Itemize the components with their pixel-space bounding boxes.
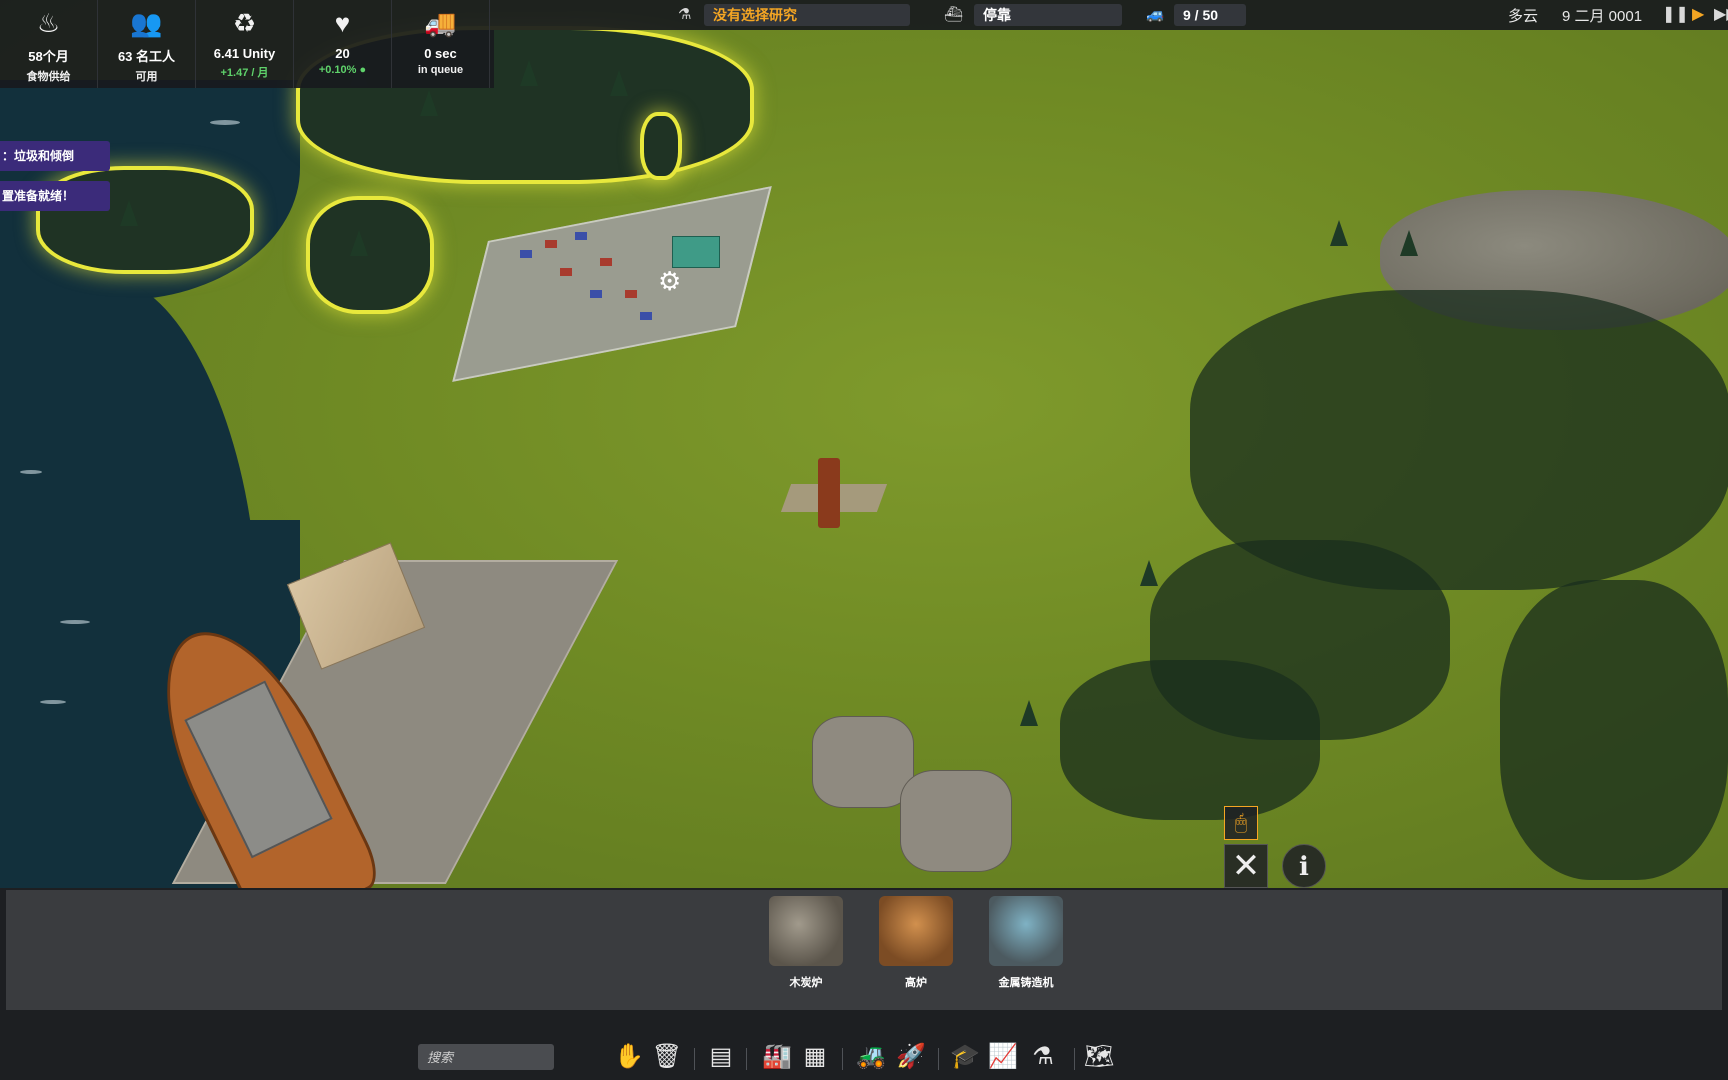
shore-foam	[20, 470, 42, 474]
tree	[1140, 560, 1158, 586]
stat-sub: in queue	[417, 64, 464, 76]
forest[interactable]	[1500, 580, 1728, 880]
fast-forward-icon[interactable]: ▶▶	[1714, 4, 1728, 26]
notification-garbage-dump[interactable]: ：垃圾和倾倒	[0, 141, 110, 171]
housing-building[interactable]	[812, 716, 914, 808]
hand-tool-icon[interactable]: ✋	[612, 1040, 646, 1074]
resource-stats-panel: ♨ 58个月 食物供给 👥 63 名工人 可用 ♻ 6.41 Unity +1.…	[0, 0, 494, 88]
build-menu-panel: 木炭炉 高炉 金属铸造机	[6, 890, 1722, 1010]
metal-caster-icon	[989, 896, 1063, 966]
education-icon[interactable]: 🎓	[948, 1040, 982, 1074]
bottom-toolbar: ✋ 🗑 ▤ 🏭 ▦ 🚜 🚀 🎓 📈 ⚗ 🗺	[0, 1010, 1728, 1080]
crate	[575, 232, 587, 240]
health-heart-icon: ♥	[334, 8, 351, 38]
truck-queue-icon: 🚚	[424, 8, 457, 38]
recycle-bin-icon[interactable]: 🗑	[650, 1040, 684, 1074]
unity-icon: ♻	[232, 8, 257, 38]
play-icon[interactable]: ▶	[1692, 4, 1704, 26]
top-status-bar: ⚗ 没有选择研究 ⛴ 停靠 🚙 9 / 50 多云 9 二月 0001 ❚❚ ▶…	[494, 0, 1728, 30]
stat-sub: 食物供给	[26, 71, 71, 83]
gear-icon: ⚙	[658, 266, 682, 296]
toolbar-divider	[842, 1048, 843, 1070]
vehicle-icon: 🚙	[1146, 6, 1165, 23]
toolbar-divider	[938, 1048, 939, 1070]
stat-unity[interactable]: ♻ 6.41 Unity +1.47 / 月	[196, 0, 294, 88]
stat-truck-queue[interactable]: 🚚 0 sec in queue	[392, 0, 490, 88]
stat-value: 6.41 Unity	[213, 46, 276, 61]
shore-foam	[40, 700, 66, 704]
weather-label: 多云	[1508, 8, 1539, 25]
person-icon: ●	[359, 64, 367, 76]
stat-value: 58个月	[28, 49, 69, 64]
housing-building[interactable]	[900, 770, 1012, 872]
stat-workers[interactable]: 👥 63 名工人 可用	[98, 0, 196, 88]
stat-value: 20	[335, 46, 350, 61]
shore-foam	[60, 620, 90, 624]
storage-yard[interactable]	[452, 186, 772, 382]
build-item-blast-furnace[interactable]: 高炉	[868, 896, 964, 1006]
stat-sub: 可用	[135, 71, 158, 83]
food-bowl-icon: ♨	[36, 8, 61, 38]
game-world-map[interactable]: ⚙	[0, 0, 1728, 888]
conveyor-icon[interactable]: ▤	[704, 1040, 738, 1074]
game-date: 9 二月 0001	[1562, 8, 1643, 25]
stat-value: 0 sec	[424, 46, 457, 61]
tree	[1020, 700, 1038, 726]
demolish-cross-icon[interactable]: ✕	[1224, 844, 1268, 888]
build-item-label: 金属铸造机	[998, 977, 1054, 989]
crate	[590, 290, 602, 298]
stat-health[interactable]: ♥ 20 +0.10% ●	[294, 0, 392, 88]
selected-forest[interactable]	[310, 200, 430, 310]
crate	[600, 258, 612, 266]
build-item-label: 木炭炉	[789, 977, 823, 989]
stat-food[interactable]: ♨ 58个月 食物供给	[0, 0, 98, 88]
pause-icon[interactable]: ❚❚	[1662, 4, 1689, 26]
stat-value: 63 名工人	[117, 49, 176, 64]
tree	[610, 70, 628, 96]
info-icon[interactable]: ℹ	[1282, 844, 1326, 888]
tree	[420, 90, 438, 116]
build-item-label: 高炉	[905, 977, 927, 989]
stats-chart-icon[interactable]: 📈	[986, 1040, 1020, 1074]
stat-sub: +1.47 / 月	[220, 67, 269, 79]
mine-tower	[818, 458, 840, 528]
research-flask-icon[interactable]: ⚗	[1026, 1040, 1060, 1074]
factory-icon[interactable]: 🏭	[760, 1040, 794, 1074]
crate	[560, 268, 572, 276]
workers-icon: 👥	[130, 8, 163, 38]
stat-sub: +0.10% ●	[318, 64, 367, 76]
toolbar-divider	[694, 1048, 695, 1070]
notification-ready[interactable]: 置准备就绪！	[0, 181, 110, 211]
storage-icon[interactable]: ▦	[798, 1040, 832, 1074]
crate	[640, 312, 652, 320]
toolbar-divider	[746, 1048, 747, 1070]
build-item-metal-caster[interactable]: 金属铸造机	[978, 896, 1074, 1006]
build-item-charcoal-kiln[interactable]: 木炭炉	[758, 896, 854, 1006]
tree	[350, 230, 368, 256]
research-selector[interactable]: 没有选择研究	[704, 4, 910, 26]
search-input[interactable]	[418, 1044, 554, 1070]
charcoal-kiln-icon	[769, 896, 843, 966]
tree	[1400, 230, 1418, 256]
selected-forest[interactable]	[644, 116, 678, 176]
toolbar-divider	[1074, 1048, 1075, 1070]
ship-icon: ⛴	[944, 6, 964, 23]
shore-foam	[210, 120, 240, 125]
forest[interactable]	[1060, 660, 1320, 820]
tree	[520, 60, 538, 86]
tree	[1330, 220, 1348, 246]
greenhouse-building[interactable]	[672, 236, 720, 268]
ship-status[interactable]: 停靠	[974, 4, 1122, 26]
vehicle-count[interactable]: 9 / 50	[1174, 4, 1246, 26]
mouse-icon[interactable]: 🖱	[1224, 806, 1258, 840]
crate	[520, 250, 532, 258]
flask-icon: ⚗	[678, 6, 692, 23]
vehicles-icon[interactable]: 🚜	[854, 1040, 888, 1074]
blast-furnace-icon	[879, 896, 953, 966]
rocket-icon[interactable]: 🚀	[894, 1040, 928, 1074]
tree	[120, 200, 138, 226]
map-icon[interactable]: 🗺	[1082, 1040, 1116, 1074]
crate	[625, 290, 637, 298]
crate	[545, 240, 557, 248]
